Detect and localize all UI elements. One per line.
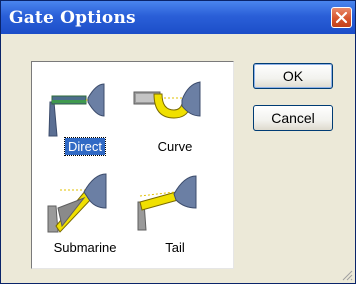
curve-gate-icon — [133, 81, 201, 119]
gate-options-dialog: Gate Options Direct Curve Submarine Tail… — [0, 0, 356, 284]
gate-type-list[interactable]: Direct Curve Submarine Tail — [31, 61, 234, 269]
submarine-gate-icon — [47, 173, 107, 233]
gate-option-tail[interactable]: Tail — [130, 166, 220, 258]
tail-gate-icon — [137, 175, 197, 231]
cancel-button[interactable]: Cancel — [253, 105, 333, 131]
gate-option-direct[interactable]: Direct — [40, 70, 130, 162]
gate-option-submarine[interactable]: Submarine — [40, 166, 130, 258]
gate-label-curve: Curve — [157, 139, 193, 154]
title-bar[interactable]: Gate Options — [1, 1, 355, 34]
gate-option-curve[interactable]: Curve — [130, 70, 220, 162]
ok-button[interactable]: OK — [253, 63, 333, 89]
close-icon — [335, 11, 348, 24]
direct-gate-icon — [48, 83, 105, 137]
resize-grip-icon[interactable] — [341, 269, 353, 281]
gate-label-direct: Direct — [40, 137, 130, 156]
dialog-title: Gate Options — [9, 8, 136, 28]
gate-label-submarine: Submarine — [53, 240, 117, 255]
gate-label-tail: Tail — [165, 240, 185, 255]
close-button[interactable] — [331, 7, 352, 28]
